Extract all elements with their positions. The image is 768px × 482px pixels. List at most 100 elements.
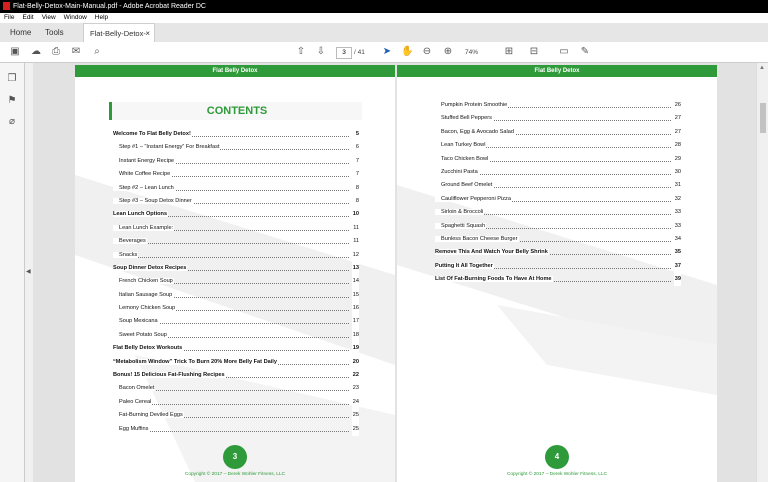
toc-entry[interactable]: Remove This And Watch Your Belly Shrink 3… bbox=[435, 246, 681, 260]
tab-tools[interactable]: Tools bbox=[45, 23, 64, 42]
toc-entry-label: Welcome To Flat Belly Detox! bbox=[113, 131, 192, 137]
scrollbar-thumb[interactable] bbox=[760, 103, 766, 133]
toc-entry-page: 24 bbox=[351, 395, 359, 410]
select-cursor-icon[interactable]: ➤ bbox=[381, 46, 393, 58]
toc-entry-label: Pumpkin Protein Smoothie bbox=[435, 102, 509, 108]
toc-entry-label: Cauliflower Pepperoni Pizza bbox=[435, 195, 512, 202]
toc-entry[interactable]: Bacon Omelet 23 bbox=[113, 382, 359, 396]
attachment-icon[interactable]: ⌀ bbox=[6, 116, 18, 128]
toc-entry[interactable]: Lean Turkey Bowl 28 bbox=[435, 139, 681, 153]
toc-entry[interactable]: Soup Dinner Detox Recipes 13 bbox=[113, 261, 359, 276]
toc-entry-label: Zucchini Pasta bbox=[435, 168, 479, 175]
toc-entry-label: Bacon Omelet bbox=[113, 385, 156, 392]
page-number-input[interactable]: 3 bbox=[336, 47, 352, 59]
menu-edit[interactable]: Edit bbox=[18, 13, 37, 23]
toc-entry-label: Soup Dinner Detox Recipes bbox=[113, 264, 188, 271]
scroll-up-icon[interactable]: ▲ bbox=[759, 65, 765, 71]
toc-entry[interactable]: Sirloin & Broccoli 33 bbox=[435, 206, 681, 220]
toc-entry[interactable]: Snacks 12 bbox=[113, 248, 359, 262]
toc-entry[interactable]: Flat Belly Detox Workouts 19 bbox=[113, 342, 359, 356]
email-icon[interactable]: ✉ bbox=[70, 46, 82, 58]
toc-entry-page: 25 bbox=[351, 409, 359, 423]
toc-entry[interactable]: Instant Energy Recipe 7 bbox=[113, 154, 359, 169]
bookmark-icon[interactable]: ⚑ bbox=[6, 95, 18, 107]
page-display-icon[interactable]: ⊞ bbox=[503, 46, 515, 58]
toc-entry[interactable]: White Coffee Recipe 7 bbox=[113, 168, 359, 182]
toc-title: CONTENTS bbox=[109, 102, 362, 120]
toc-entry-label: Ground Beef Omelet bbox=[435, 182, 494, 189]
toc-entry[interactable]: Stuffed Bell Peppers 27 bbox=[435, 112, 681, 126]
toc-entry[interactable]: Cauliflower Pepperoni Pizza 32 bbox=[435, 192, 681, 207]
toc-entry-label: Bunless Bacon Cheese Burger bbox=[435, 235, 519, 242]
toc-entry[interactable]: Bacon, Egg & Avocado Salad 27 bbox=[435, 125, 681, 140]
toc-entry[interactable]: Paleo Cereal 24 bbox=[113, 395, 359, 410]
toc-entry[interactable]: Bunless Bacon Cheese Burger 34 bbox=[435, 232, 681, 247]
toc-entry[interactable]: Ground Beef Omelet 31 bbox=[435, 179, 681, 193]
menu-window[interactable]: Window bbox=[60, 13, 91, 23]
toc-entry[interactable]: Lean Lunch Options 10 bbox=[113, 208, 359, 222]
toc-entry[interactable]: Step #3 – Soup Detox Dinner 8 bbox=[113, 194, 359, 209]
tab-bar: Home Tools Flat-Belly-Detox-M... × bbox=[0, 23, 768, 57]
toc-entry[interactable]: Step #1 – “Instant Energy” For Breakfast… bbox=[113, 141, 359, 155]
tab-home[interactable]: Home bbox=[10, 23, 31, 42]
print-icon[interactable]: ⎙ bbox=[50, 46, 62, 58]
toc-entry-label: Spaghetti Squash bbox=[435, 222, 487, 229]
save-icon[interactable]: ▣ bbox=[9, 46, 21, 58]
toc-entry-label: Flat Belly Detox Workouts bbox=[113, 345, 184, 352]
comment-icon[interactable]: ▭ bbox=[558, 46, 570, 58]
toc-entry-label: Lemony Chicken Soup bbox=[113, 305, 177, 312]
menu-help[interactable]: Help bbox=[91, 13, 112, 23]
toc-entry-page: 15 bbox=[351, 288, 359, 303]
toc-entry-label: Lean Lunch Options bbox=[113, 211, 169, 218]
toc-entry[interactable]: List Of Fat-Burning Foods To Have At Hom… bbox=[435, 273, 681, 287]
toc-entry[interactable]: Bonus! 15 Delicious Fat-Flushing Recipes… bbox=[113, 369, 359, 383]
toc-entry[interactable]: Beverages 11 bbox=[113, 235, 359, 249]
upload-cloud-icon[interactable]: ☁ bbox=[30, 46, 42, 58]
scrolling-mode-icon[interactable]: ⊟ bbox=[528, 46, 540, 58]
toc-entry[interactable]: “Metabolism Window” Trick To Burn 20% Mo… bbox=[113, 355, 359, 370]
toc-entry-label: Soup Mexicana bbox=[113, 318, 159, 325]
page-number-badge: 3 bbox=[223, 445, 247, 469]
toc-entry-label: Bacon, Egg & Avocado Salad bbox=[435, 128, 515, 135]
toc-entry[interactable]: Sweet Potato Soup 18 bbox=[113, 328, 359, 343]
zoom-level[interactable]: 74% bbox=[465, 47, 478, 59]
toc-entry-page: 20 bbox=[351, 355, 359, 370]
toc-entry[interactable]: Italian Sausage Soup 15 bbox=[113, 288, 359, 303]
pdf-page-left: Flat Belly Detox CONTENTS Welcome To Fla… bbox=[75, 65, 395, 482]
toc-entry[interactable]: Step #2 – Lean Lunch 8 bbox=[113, 181, 359, 195]
collapse-pane-icon[interactable]: ◀ bbox=[26, 268, 31, 275]
toc-entry-label: Sirloin & Broccoli bbox=[435, 209, 485, 216]
menu-file[interactable]: File bbox=[0, 13, 18, 23]
next-page-icon[interactable]: ⇩ bbox=[315, 46, 327, 58]
toc-entry[interactable]: Spaghetti Squash 33 bbox=[435, 219, 681, 233]
toc-entry[interactable]: Soup Mexicana 17 bbox=[113, 315, 359, 329]
toc-entry[interactable]: Lemony Chicken Soup 16 bbox=[113, 302, 359, 316]
toc-entry[interactable]: French Chicken Soup 14 bbox=[113, 275, 359, 289]
search-icon[interactable]: ⌕ bbox=[91, 46, 103, 58]
vertical-scrollbar[interactable]: ▲ bbox=[756, 63, 768, 482]
toc-entry[interactable]: Pumpkin Protein Smoothie 26 bbox=[435, 99, 681, 113]
toc-entry[interactable]: Lean Lunch Example: 11 bbox=[113, 221, 359, 236]
toc-entry[interactable]: Welcome To Flat Belly Detox! 5 bbox=[113, 128, 359, 142]
page-thumbnails-icon[interactable]: ❐ bbox=[6, 73, 18, 85]
highlight-pen-icon[interactable]: ✎ bbox=[579, 46, 591, 58]
zoom-in-icon[interactable]: ⊕ bbox=[442, 46, 454, 58]
window-title: Flat-Belly-Detox-Main-Manual.pdf - Adobe… bbox=[13, 3, 206, 10]
page-number-badge: 4 bbox=[545, 445, 569, 469]
toc-entry[interactable]: Fat-Burning Deviled Eggs 25 bbox=[113, 409, 359, 423]
acrobat-icon bbox=[3, 2, 10, 10]
previous-page-icon[interactable]: ⇧ bbox=[295, 46, 307, 58]
navigation-pane: ❐ ⚑ ⌀ bbox=[0, 63, 25, 482]
toc-entry-label: Stuffed Bell Peppers bbox=[435, 115, 493, 122]
close-tab-icon[interactable]: × bbox=[145, 24, 150, 43]
hand-tool-icon[interactable]: ✋ bbox=[401, 46, 413, 58]
toc-entry[interactable]: Putting It All Together 37 bbox=[435, 259, 681, 274]
toc-entry-label: Sweet Potato Soup bbox=[113, 331, 168, 338]
zoom-out-icon[interactable]: ⊖ bbox=[421, 46, 433, 58]
tab-document[interactable]: Flat-Belly-Detox-M... × bbox=[83, 23, 155, 57]
toc-entry[interactable]: Zucchini Pasta 30 bbox=[435, 165, 681, 180]
toc-entry[interactable]: Taco Chicken Bowl 29 bbox=[435, 152, 681, 166]
toc-entry[interactable]: Egg Muffins 25 bbox=[113, 422, 359, 436]
toc-entry-page: 37 bbox=[673, 259, 681, 274]
menu-view[interactable]: View bbox=[38, 13, 60, 23]
